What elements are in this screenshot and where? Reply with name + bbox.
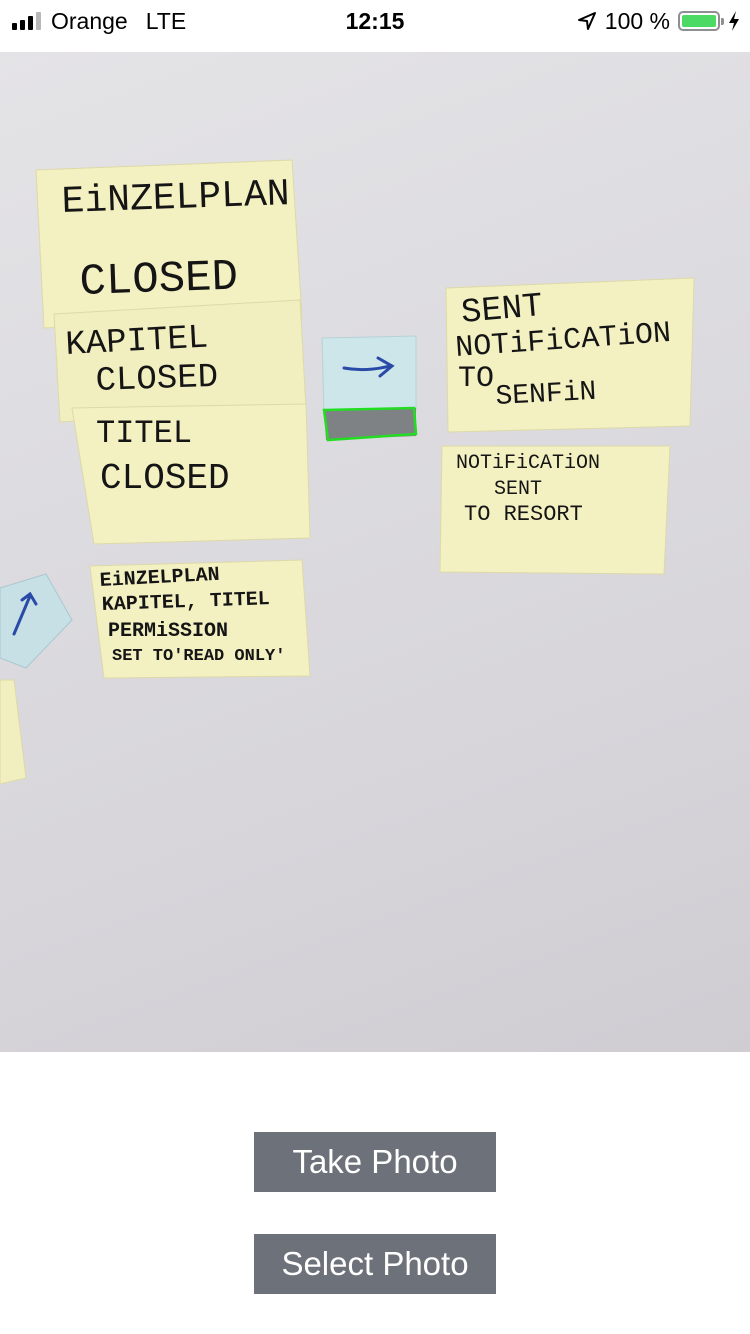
note-kapitel: KAPITEL CLOSED bbox=[53, 299, 307, 423]
note-notification-resort: NOTiFiCATiON SENT TO RESORT bbox=[439, 445, 671, 575]
note-small-blue-arrow bbox=[0, 573, 73, 669]
note-sent-line3: TO bbox=[458, 362, 494, 396]
camera-photo-preview: EiNZELPLAN CLOSED KAPITEL CLOSED TITEL C… bbox=[0, 52, 750, 1052]
note-arrow-blue bbox=[321, 335, 418, 442]
note-resort-line2: SENT bbox=[494, 478, 542, 501]
battery-percentage: 100 % bbox=[604, 7, 670, 34]
status-bar: Orange LTE 12:15 100 % bbox=[0, 0, 750, 52]
take-photo-button[interactable]: Take Photo bbox=[254, 1132, 496, 1192]
note-einzelplan-status: CLOSED bbox=[79, 252, 239, 307]
note-einzelplan-title: EiNZELPLAN bbox=[61, 173, 290, 224]
note-resort-line1: NOTiFiCATiON bbox=[456, 452, 600, 475]
note-permission: EiNZELPLAN KAPITEL, TITEL PERMiSSION SET… bbox=[89, 559, 311, 679]
location-arrow-icon bbox=[577, 12, 596, 30]
battery-level bbox=[682, 15, 716, 27]
note-titel-status: CLOSED bbox=[100, 458, 230, 499]
battery-cap bbox=[721, 18, 724, 25]
note-permission-line3: PERMiSSION bbox=[108, 620, 228, 643]
battery-icon bbox=[678, 11, 724, 31]
note-titel-title: TITEL bbox=[96, 415, 192, 452]
note-kapitel-title: KAPITEL bbox=[65, 320, 210, 365]
note-sent-line4: SENFiN bbox=[495, 377, 597, 413]
note-partial-left bbox=[0, 679, 27, 785]
note-resort-line3: TO RESORT bbox=[464, 502, 583, 527]
note-permission-line4: SET TO'READ ONLY' bbox=[112, 647, 285, 666]
note-titel: TITEL CLOSED bbox=[71, 403, 311, 545]
select-photo-button[interactable]: Select Photo bbox=[254, 1234, 496, 1294]
sticky-notes-image: EiNZELPLAN CLOSED KAPITEL CLOSED TITEL C… bbox=[0, 159, 695, 785]
note-kapitel-status: CLOSED bbox=[95, 359, 219, 401]
charging-bolt-icon bbox=[729, 11, 739, 31]
note-sent-notification: SENT NOTiFiCATiON TO SENFiN bbox=[445, 277, 695, 433]
status-right: 100 % bbox=[577, 0, 740, 42]
